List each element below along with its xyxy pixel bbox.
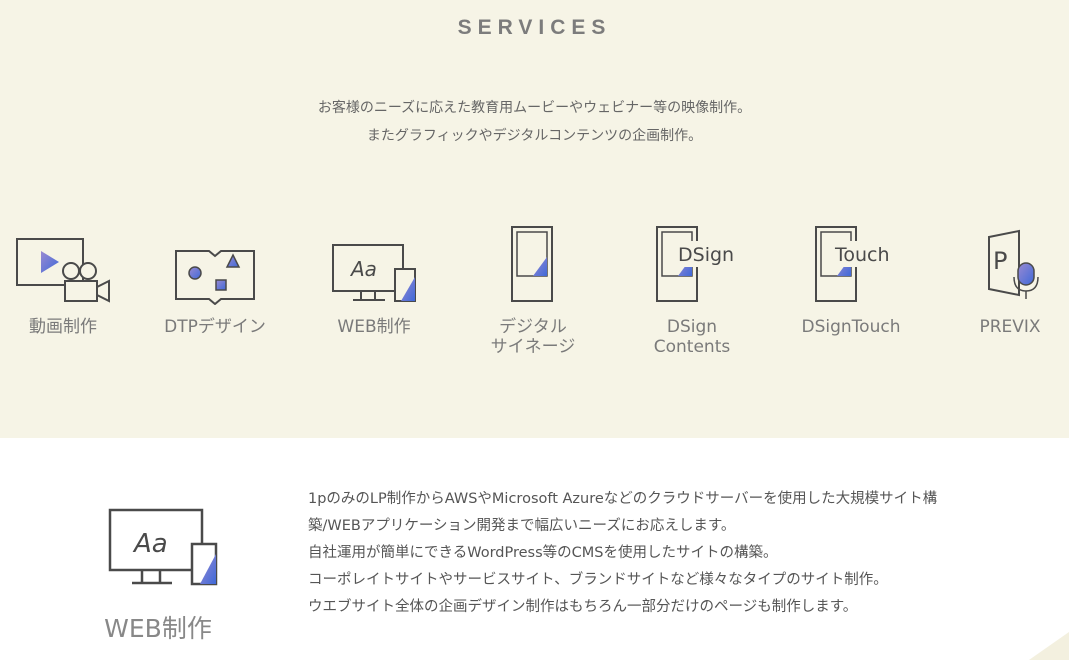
web-monitor-icon: Aa (108, 508, 218, 586)
service-item-dsign-touch[interactable]: Touch DSignTouch (776, 205, 926, 337)
service-label: DSignTouch (801, 317, 901, 337)
service-label: DTPデザイン (164, 317, 266, 337)
description-line: ウエブサイト全体の企画デザイン制作はもちろん一部分だけのページも制作します。 (308, 599, 858, 615)
service-label: デジタル サイネージ (490, 317, 576, 357)
dsign-touch-icon: Touch (815, 226, 890, 302)
services-section: SERVICES お客様のニーズに応えた教育用ムービーやウェビナー等の映像制作。… (0, 0, 1069, 438)
service-item-video[interactable]: 動画制作 (0, 205, 138, 337)
svg-text:P: P (993, 247, 1007, 275)
description-line: 1pのみのLP制作からAWSやMicrosoft Azureなどのクラウドサーバ… (308, 491, 938, 507)
description-line: 自社運用が簡単にできるWordPress等のCMSを使用したサイトの構築。 (308, 545, 778, 561)
dsign-contents-icon: DSign (656, 226, 734, 302)
svg-text:Aa: Aa (132, 529, 168, 559)
service-label: PREVIX (979, 317, 1041, 337)
dtp-brochure-icon (175, 250, 255, 305)
detail-description: 1pのみのLP制作からAWSやMicrosoft Azureなどのクラウドサーバ… (308, 486, 1028, 621)
svg-text:Aa: Aa (349, 257, 377, 281)
corner-decoration (1029, 632, 1069, 660)
web-monitor-icon: Aa (332, 244, 416, 302)
service-detail: Aa WEB制作 1pのみのLP制作からAWSやMicrosoft Azureな… (0, 438, 1069, 660)
video-camera-icon (16, 238, 110, 303)
service-item-dtp[interactable]: DTPデザイン (140, 205, 290, 337)
description-line: コーポレイトサイトやサービスサイト、ブランドサイトなど様々なタイプのサイト制作。 (308, 572, 888, 588)
service-item-web[interactable]: Aa WEB制作 (299, 205, 449, 337)
service-item-previx[interactable]: P PREVIX (935, 205, 1069, 337)
signage-icon (511, 226, 553, 302)
previx-mic-icon: P (988, 229, 1039, 299)
service-item-signage[interactable]: デジタル サイネージ (458, 205, 608, 357)
intro-line: またグラフィックやデジタルコンテンツの企画制作。 (366, 128, 703, 144)
svg-text:Touch: Touch (834, 244, 890, 266)
service-label: DSign Contents (653, 317, 731, 357)
intro-line: お客様のニーズに応えた教育用ムービーやウェビナー等の映像制作。 (317, 100, 752, 116)
description-line: 築/WEBアプリケーション開発まで幅広いニーズにお応えします。 (308, 518, 736, 534)
service-item-dsign-contents[interactable]: DSign DSign Contents (617, 205, 767, 357)
section-title: SERVICES (457, 16, 612, 39)
service-label: 動画制作 (29, 317, 97, 337)
service-label: WEB制作 (337, 317, 411, 337)
section-intro: お客様のニーズに応えた教育用ムービーやウェビナー等の映像制作。 またグラフィック… (0, 94, 1069, 150)
svg-text:DSign: DSign (678, 244, 734, 266)
detail-label: WEB制作 (104, 614, 212, 643)
